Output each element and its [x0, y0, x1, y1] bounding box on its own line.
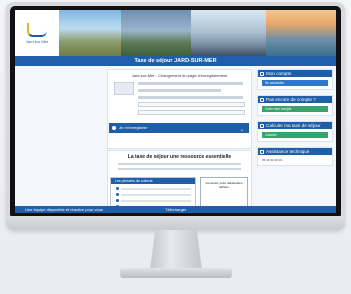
header-banner: Jard sur Mer	[15, 10, 336, 56]
panel-title-text: Calculer ma taxe de séjour	[266, 123, 321, 128]
support-panel-title: Assistance technique	[258, 148, 332, 155]
main-content: Jard-sur-Mer - Changement du page d'enre…	[15, 66, 336, 213]
create-account-button[interactable]: Créer mon compte	[262, 106, 328, 112]
registration-card-title: Jard-sur-Mer - Changement du page d'enre…	[131, 73, 228, 78]
accordion-label: Je m'enregistrer	[119, 125, 148, 130]
panel-title-text: Mon compte	[266, 71, 292, 76]
info-icon	[112, 126, 116, 130]
calculate-button[interactable]: Calculer	[262, 132, 328, 138]
register-panel: Pas encore de compte ? Créer mon compte	[257, 95, 333, 116]
monitor: Jard sur Mer Taxe de séjour JARD-SUR-MER…	[6, 2, 345, 230]
desktop-scene: Jard sur Mer Taxe de séjour JARD-SUR-MER…	[0, 0, 351, 294]
calculator-icon	[260, 123, 264, 128]
register-panel-title: Pas encore de compte ?	[258, 96, 332, 103]
download-label[interactable]: Télécharger	[165, 206, 186, 213]
account-panel-title: Mon compte	[258, 70, 332, 77]
account-panel: Mon compte Se connecter	[257, 69, 333, 90]
support-phone: 05 40 33 29 29	[262, 158, 283, 162]
banner-photo-dunes	[121, 10, 191, 56]
registration-card: Jard-sur-Mer - Changement du page d'enre…	[107, 69, 252, 149]
support-panel: Assistance technique 05 40 33 29 29	[257, 147, 333, 166]
collection-periods-title: Les périodes de collecte	[111, 178, 195, 184]
text-line	[118, 163, 241, 165]
login-button[interactable]: Se connecter	[262, 80, 328, 86]
panel-title-text: Assistance technique	[266, 149, 310, 154]
calculate-panel: Calculer ma taxe de séjour Calculer	[257, 121, 333, 142]
calculate-panel-title: Calculer ma taxe de séjour	[258, 122, 332, 129]
download-row[interactable]	[138, 110, 245, 115]
page-title: Taxe de séjour JARD-SUR-MER	[15, 56, 336, 66]
document-icon	[114, 82, 134, 95]
site-logo[interactable]: Jard sur Mer	[15, 10, 59, 56]
logo-icon	[27, 22, 47, 37]
list-item	[116, 193, 191, 196]
monitor-chin	[6, 216, 345, 230]
banner-photo-beach	[191, 10, 266, 56]
panel-title-text: Pas encore de compte ?	[266, 97, 316, 102]
browser-screen: Jard sur Mer Taxe de séjour JARD-SUR-MER…	[15, 10, 336, 213]
chevron-down-icon: ⌄	[239, 127, 244, 133]
text-line	[118, 168, 241, 170]
sidebar: Mon compte Se connecter Pas encore de co…	[257, 69, 333, 213]
support-icon	[260, 149, 264, 154]
download-row[interactable]	[138, 102, 245, 107]
arrow-icon	[260, 97, 264, 102]
text-line	[138, 89, 221, 92]
banner-photo-windmill	[59, 10, 121, 56]
list-item	[116, 187, 191, 190]
info-section: La taxe de séjour une ressource essentie…	[107, 150, 252, 213]
team-label: Une équipe disponible et réactive pour v…	[25, 207, 103, 212]
info-section-title: La taxe de séjour une ressource essentie…	[127, 154, 232, 160]
monitor-stand-foot	[120, 268, 232, 278]
banner-photo-sunset	[266, 10, 336, 56]
list-item	[116, 199, 191, 202]
logo-text: Jard sur Mer	[25, 38, 49, 44]
register-accordion[interactable]: Je m'enregistrer ⌄	[109, 123, 249, 133]
monitor-stand-neck	[150, 230, 202, 270]
text-line	[138, 82, 243, 85]
text-line	[138, 96, 243, 99]
user-icon	[260, 71, 264, 76]
